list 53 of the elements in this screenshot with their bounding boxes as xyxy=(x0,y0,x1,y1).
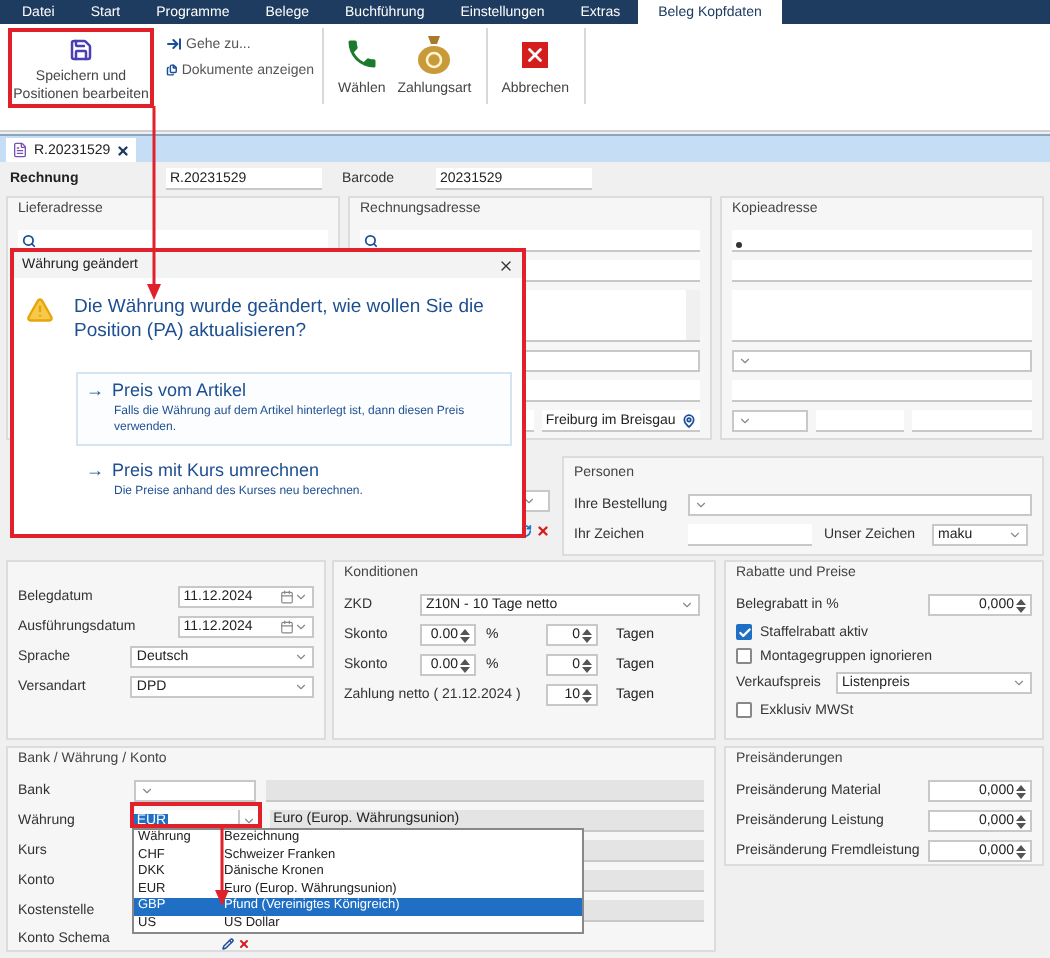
input-field[interactable] xyxy=(732,260,1032,282)
input-field[interactable] xyxy=(688,524,812,546)
input-field[interactable] xyxy=(816,410,904,432)
spinner-icon[interactable] xyxy=(1016,843,1026,859)
checkbox[interactable] xyxy=(736,702,752,718)
spinner-icon[interactable] xyxy=(1016,813,1026,829)
search-icon[interactable] xyxy=(364,233,378,247)
caret-icon xyxy=(522,494,536,508)
caret-icon xyxy=(242,813,257,828)
documents-icon xyxy=(166,62,178,78)
input-field[interactable] xyxy=(732,230,1032,252)
input-field[interactable] xyxy=(732,380,1032,402)
calendar-icon xyxy=(280,620,294,634)
spinner-icon[interactable] xyxy=(582,627,592,643)
spinner-icon[interactable] xyxy=(1016,783,1026,799)
caret-icon xyxy=(294,650,308,664)
close-icon[interactable] xyxy=(498,257,514,273)
calendar-icon xyxy=(280,590,294,604)
caret-icon xyxy=(680,598,694,612)
close-icon[interactable] xyxy=(116,143,131,157)
spinner-icon[interactable] xyxy=(582,687,592,703)
checkbox[interactable] xyxy=(736,648,752,664)
spinner-icon[interactable] xyxy=(460,657,470,673)
spinner-icon[interactable] xyxy=(460,627,470,643)
delete-icon[interactable] xyxy=(238,938,250,950)
input-field[interactable] xyxy=(912,410,1032,432)
scrollbar[interactable] xyxy=(686,290,700,340)
cancel-icon xyxy=(522,41,549,67)
caret-icon xyxy=(1012,676,1026,690)
more-icon[interactable] xyxy=(736,242,742,248)
map-pin-icon[interactable] xyxy=(682,413,696,427)
caret-icon xyxy=(294,620,308,634)
annotation-frame xyxy=(130,802,262,828)
caret-icon xyxy=(738,414,752,428)
dialog-message: Die Währung wurde geändert, wie wollen Sie die Position (PA) aktualisieren? xyxy=(74,296,486,344)
document-icon xyxy=(12,142,28,158)
money-bag-icon xyxy=(416,34,453,74)
arrow-icon xyxy=(166,36,182,52)
search-icon[interactable] xyxy=(22,233,36,247)
edit-icon[interactable] xyxy=(222,938,234,950)
caret-icon xyxy=(139,783,154,798)
caret-icon xyxy=(1008,528,1022,542)
caret-icon xyxy=(294,680,308,694)
spinner-icon[interactable] xyxy=(582,657,592,673)
caret-icon xyxy=(294,590,308,604)
warning-icon xyxy=(26,296,54,324)
delete-icon[interactable] xyxy=(536,524,550,538)
caret-icon xyxy=(694,498,708,512)
input-field[interactable] xyxy=(266,779,704,802)
caret-icon xyxy=(738,354,752,368)
input-field[interactable] xyxy=(360,230,700,252)
spinner-icon[interactable] xyxy=(1016,597,1026,613)
phone-icon xyxy=(343,36,380,72)
